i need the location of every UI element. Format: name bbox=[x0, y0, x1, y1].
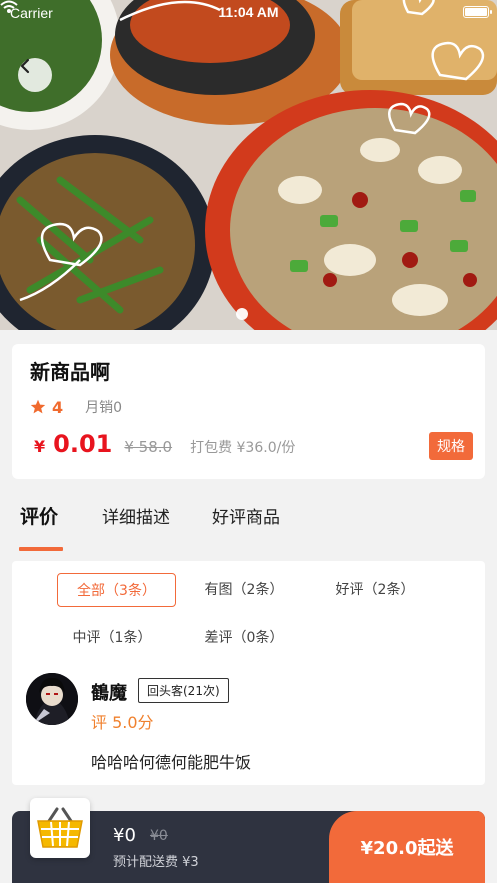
chevron-left-icon bbox=[20, 58, 30, 74]
product-hero-image: Carrier 11:04 AM bbox=[0, 0, 497, 330]
product-title: 新商品啊 bbox=[30, 360, 110, 384]
filter-positive[interactable]: 好评（2条） bbox=[320, 573, 430, 607]
checkout-button[interactable]: ¥20.0起送 bbox=[329, 811, 485, 883]
tab-top-rated[interactable]: 好评商品 bbox=[212, 503, 280, 528]
cart-button[interactable] bbox=[30, 798, 90, 858]
delivery-fee: 预计配送费 ¥3 bbox=[113, 855, 199, 870]
carousel-page-indicator bbox=[236, 308, 248, 320]
reviewer-name: 鶴魔 bbox=[91, 683, 127, 704]
status-time: 11:04 AM bbox=[218, 4, 279, 20]
tab-description[interactable]: 详细描述 bbox=[102, 503, 170, 528]
original-price: ¥ 58.0 bbox=[124, 438, 173, 456]
filter-neutral[interactable]: 中评（1条） bbox=[57, 621, 167, 655]
back-button[interactable] bbox=[18, 58, 52, 92]
star-icon bbox=[30, 399, 46, 414]
filter-all[interactable]: 全部（3条） bbox=[57, 573, 176, 607]
cart-total: ¥0 bbox=[113, 825, 136, 846]
review-score: 评 5.0分 bbox=[91, 713, 154, 732]
product-info-card: 新商品啊 4 月销0 ¥ 0.01 ¥ 58.0 打包费 ¥36.0/份 规格 bbox=[12, 344, 485, 479]
review-text: 哈哈哈何德何能肥牛饭 bbox=[91, 753, 252, 772]
cart-original-total: ¥0 bbox=[150, 828, 168, 844]
avatar-image bbox=[26, 673, 78, 725]
battery-icon bbox=[463, 6, 492, 18]
returning-customer-badge: 回头客(21次) bbox=[138, 678, 229, 703]
currency-symbol: ¥ bbox=[34, 437, 46, 456]
tab-reviews[interactable]: 评价 bbox=[20, 502, 58, 529]
current-price: 0.01 bbox=[53, 430, 113, 458]
shopping-basket-icon bbox=[37, 807, 83, 848]
spec-button[interactable]: 规格 bbox=[429, 432, 473, 460]
reviews-card: 全部（3条） 有图（2条） 好评（2条） 中评（1条） 差评（0条） 鶴魔 回头… bbox=[12, 561, 485, 785]
packing-fee: 打包费 ¥36.0/份 bbox=[190, 440, 296, 456]
price-row: ¥ 0.01 ¥ 58.0 打包费 ¥36.0/份 bbox=[34, 430, 295, 458]
filter-with-photos[interactable]: 有图（2条） bbox=[189, 573, 299, 607]
detail-tabs: 评价 详细描述 好评商品 bbox=[0, 492, 497, 552]
avatar[interactable] bbox=[26, 673, 78, 725]
food-photo bbox=[0, 0, 497, 330]
active-tab-indicator bbox=[19, 547, 63, 551]
monthly-sales: 月销0 bbox=[85, 400, 123, 416]
status-bar: Carrier 11:04 AM bbox=[0, 0, 497, 26]
filter-negative[interactable]: 差评（0条） bbox=[189, 621, 299, 655]
rating-score: 4 bbox=[52, 397, 64, 417]
rating-row: 4 月销0 bbox=[30, 397, 122, 417]
